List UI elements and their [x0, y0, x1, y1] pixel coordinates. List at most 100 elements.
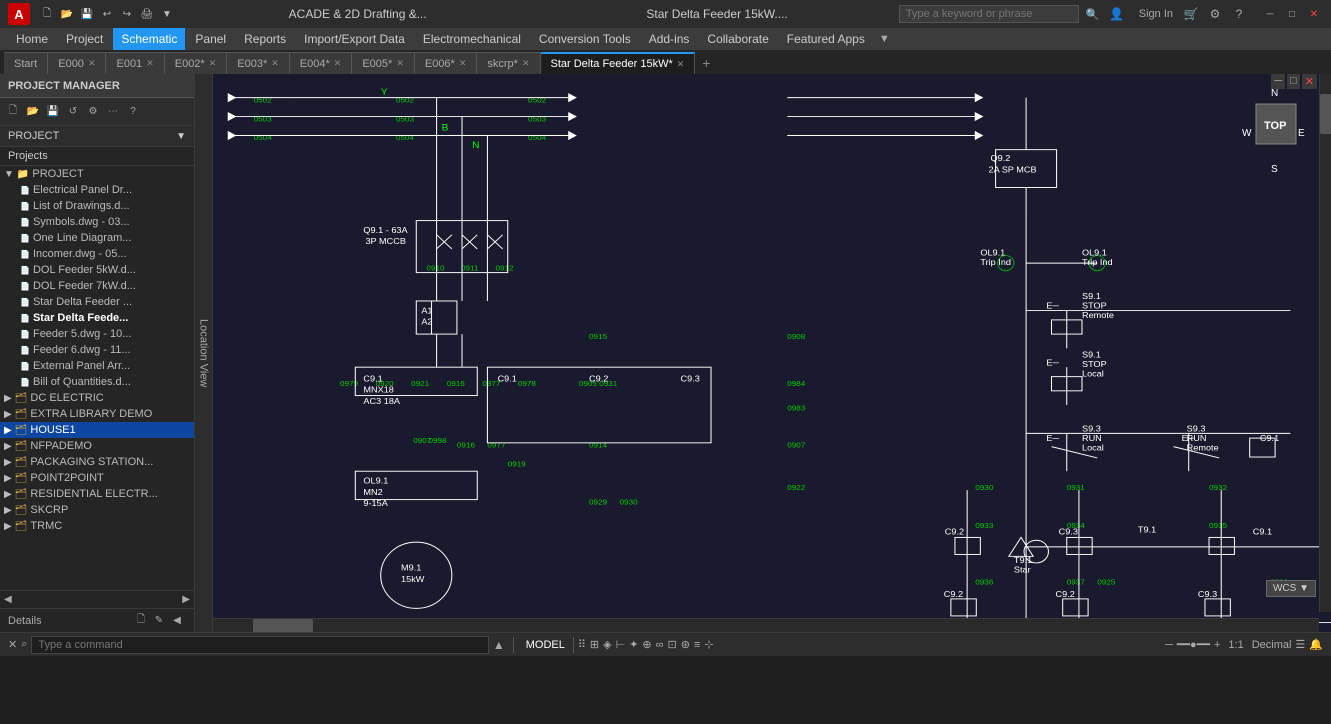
tree-scroll-right[interactable]: ▶ [182, 594, 190, 605]
pm-new-btn[interactable]: 🗋 [4, 103, 22, 121]
user-icon[interactable]: 👤 [1107, 4, 1127, 24]
tree-item-p2p[interactable]: ▶ 🗂 POINT2POINT [0, 470, 194, 486]
qa-dropdown[interactable]: ▼ [158, 5, 176, 23]
tree-item-elec-panel[interactable]: 📄 Electrical Panel Dr... [0, 182, 194, 198]
draw-minimize-btn[interactable]: ─ [1271, 74, 1285, 89]
menu-collaborate[interactable]: Collaborate [699, 28, 776, 50]
tab-e003-close[interactable]: ✕ [271, 58, 279, 69]
tree-item-dol5[interactable]: 📄 DOL Feeder 5kW.d... [0, 262, 194, 278]
search-input[interactable] [899, 5, 1079, 23]
tree-item-ext-panel[interactable]: 📄 External Panel Arr... [0, 358, 194, 374]
restore-button[interactable]: □ [1283, 5, 1301, 23]
command-input[interactable] [31, 636, 488, 654]
tree-item-dc-electric[interactable]: ▶ 🗂 DC ELECTRIC [0, 390, 194, 406]
undo-button[interactable]: ↩ [98, 5, 116, 23]
tab-e000[interactable]: E000 ✕ [48, 52, 106, 74]
tab-start[interactable]: Start [4, 52, 48, 74]
menu-import-export[interactable]: Import/Export Data [296, 28, 413, 50]
save-button[interactable]: 💾 [78, 5, 96, 23]
menu-schematic[interactable]: Schematic [113, 28, 185, 50]
tree-item-house1[interactable]: ▶ 🗂 HOUSE1 [0, 422, 194, 438]
settings-icon[interactable]: ⚙ [1205, 4, 1225, 24]
tab-star-delta[interactable]: Star Delta Feeder 15kW* ✕ [541, 52, 696, 74]
open-button[interactable]: 📂 [58, 5, 76, 23]
featured-apps-extra[interactable]: ▼ [879, 33, 890, 45]
pm-more-btn[interactable]: ⋯ [104, 103, 122, 121]
ducs-icon[interactable]: ⊡ [667, 638, 676, 651]
menu-electromechanical[interactable]: Electromechanical [415, 28, 529, 50]
details-edit-btn[interactable]: ✎ [150, 612, 168, 630]
tree-item-star-delta1[interactable]: 📄 Star Delta Feeder ... [0, 294, 194, 310]
tab-e002-close[interactable]: ✕ [209, 58, 217, 69]
tree-item-feeder5[interactable]: 📄 Feeder 5.dwg - 10... [0, 326, 194, 342]
draw-close-btn[interactable]: ✕ [1302, 74, 1317, 89]
customization-icon[interactable]: ☰ [1295, 638, 1305, 651]
tab-e005-close[interactable]: ✕ [396, 58, 404, 69]
tree-item-project[interactable]: ▼ 📁 PROJECT [0, 166, 194, 182]
tree-item-list-drawings[interactable]: 📄 List of Drawings.d... [0, 198, 194, 214]
tab-e006[interactable]: E006* ✕ [415, 52, 478, 74]
vertical-scrollbar[interactable] [1319, 74, 1331, 612]
menu-project[interactable]: Project [58, 28, 111, 50]
view-cube[interactable]: N S W E TOP [1236, 84, 1316, 179]
tab-skcrp-close[interactable]: ✕ [522, 58, 530, 69]
tab-e006-close[interactable]: ✕ [459, 58, 467, 69]
plus-zoom[interactable]: + [1214, 639, 1220, 651]
tree-item-symbols[interactable]: 📄 Symbols.dwg - 03... [0, 214, 194, 230]
menu-reports[interactable]: Reports [236, 28, 294, 50]
sign-in-button[interactable]: Sign In [1139, 8, 1173, 20]
tree-item-bill[interactable]: 📄 Bill of Quantities.d... [0, 374, 194, 390]
minus-zoom[interactable]: ─ [1165, 639, 1173, 651]
tab-e000-close[interactable]: ✕ [88, 58, 96, 69]
lw-icon[interactable]: ≡ [694, 639, 700, 651]
pm-save-btn[interactable]: 💾 [44, 103, 62, 121]
grid-dots-icon[interactable]: ⠿ [578, 638, 586, 651]
print-button[interactable]: 🖨 [138, 5, 156, 23]
tree-item-packaging[interactable]: ▶ 🗂 PACKAGING STATION... [0, 454, 194, 470]
tree-item-trmc[interactable]: ▶ 🗂 TRMC [0, 518, 194, 534]
tree-item-incomer[interactable]: 📄 Incomer.dwg - 05... [0, 246, 194, 262]
tree-item-star-delta2[interactable]: 📄 Star Delta Feede... [0, 310, 194, 326]
snap-icon[interactable]: ◈ [603, 638, 611, 651]
tree-item-feeder6[interactable]: 📄 Feeder 6.dwg - 11... [0, 342, 194, 358]
tab-e005[interactable]: E005* ✕ [352, 52, 415, 74]
tree-item-dol7[interactable]: 📄 DOL Feeder 7kW.d... [0, 278, 194, 294]
zoom-slider[interactable]: ━━●━━ [1177, 638, 1210, 651]
tab-skcrp[interactable]: skcrp* ✕ [477, 52, 540, 74]
minimize-button[interactable]: ─ [1261, 5, 1279, 23]
tree-item-residential[interactable]: ▶ 🗂 RESIDENTIAL ELECTR... [0, 486, 194, 502]
tab-e004-close[interactable]: ✕ [334, 58, 342, 69]
pm-refresh-btn[interactable]: ↺ [64, 103, 82, 121]
draw-restore-btn[interactable]: □ [1287, 74, 1300, 89]
tree-item-one-line[interactable]: 📄 One Line Diagram... [0, 230, 194, 246]
redo-button[interactable]: ↪ [118, 5, 136, 23]
tree-scroll-left[interactable]: ◀ [4, 594, 12, 605]
menu-conversion[interactable]: Conversion Tools [531, 28, 639, 50]
menu-home[interactable]: Home [8, 28, 56, 50]
search-icon[interactable]: 🔍 [1083, 4, 1103, 24]
tab-e001-close[interactable]: ✕ [146, 58, 154, 69]
tree-item-nfpa[interactable]: ▶ 🗂 NFPADEMO [0, 438, 194, 454]
tab-e002[interactable]: E002* ✕ [165, 52, 228, 74]
model-tab[interactable]: MODEL [522, 639, 569, 651]
menu-addins[interactable]: Add-ins [641, 28, 698, 50]
pm-open-btn[interactable]: 📂 [24, 103, 42, 121]
location-view-tab[interactable]: Location View [195, 74, 213, 632]
tp-icon[interactable]: ⊹ [704, 638, 713, 651]
menu-featured-apps[interactable]: Featured Apps [779, 28, 873, 50]
drawing-area[interactable]: [-][Top][2D Wireframe] 0502 0502 0502 05… [213, 74, 1331, 632]
scroll-up-btn[interactable]: ▲ [493, 638, 505, 652]
polar-icon[interactable]: ✦ [629, 638, 638, 651]
notification-icon[interactable]: 🔔 [1309, 638, 1323, 651]
menu-panel[interactable]: Panel [187, 28, 234, 50]
grid-lines-icon[interactable]: ⊞ [590, 638, 599, 651]
ortho-icon[interactable]: ⊢ [616, 638, 626, 651]
tab-add-button[interactable]: + [695, 52, 717, 74]
tab-e001[interactable]: E001 ✕ [106, 52, 164, 74]
help-icon[interactable]: ? [1229, 4, 1249, 24]
close-button[interactable]: ✕ [1305, 5, 1323, 23]
tab-e004[interactable]: E004* ✕ [290, 52, 353, 74]
details-collapse-btn[interactable]: ◀ [168, 612, 186, 630]
tab-star-delta-close[interactable]: ✕ [677, 59, 685, 70]
tab-e003[interactable]: E003* ✕ [227, 52, 290, 74]
